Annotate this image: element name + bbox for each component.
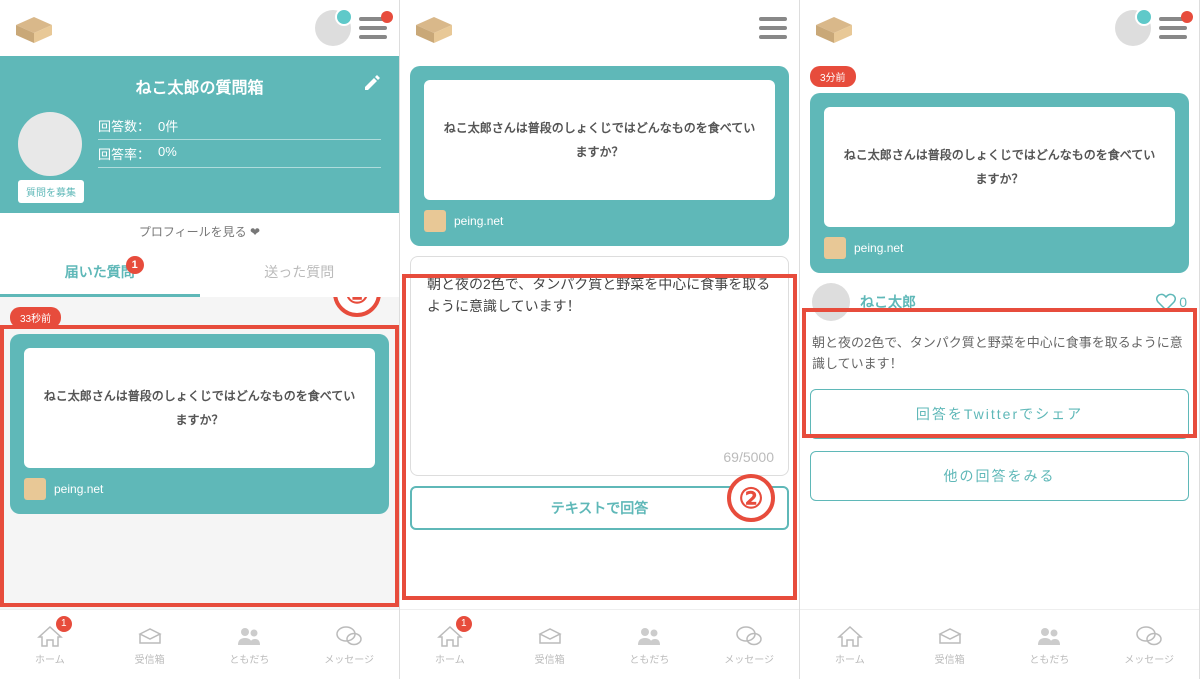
time-badge: 3分前 — [810, 66, 856, 87]
nav-inbox[interactable]: 受信箱 — [500, 610, 600, 679]
content-area: ねこ太郎さんは普段のしょくじではどんなものを食べていますか？ peing.net… — [400, 56, 799, 609]
navbar: ホーム1 受信箱 ともだち メッセージ — [400, 609, 799, 679]
nav-message[interactable]: メッセージ — [1099, 610, 1199, 679]
posted-answer: 朝と夜の2色で、タンパク質と野菜を中心に食事を取るように意識しています！ — [810, 331, 1189, 377]
nav-badge: 1 — [456, 616, 472, 632]
menu-icon[interactable] — [759, 17, 787, 39]
header — [400, 0, 799, 56]
tab-sent[interactable]: 送った質問 — [200, 250, 400, 297]
answer-rate: 0% — [158, 144, 177, 163]
header — [800, 0, 1199, 56]
friends-icon — [235, 624, 263, 648]
nav-inbox[interactable]: 受信箱 — [900, 610, 1000, 679]
answer-input[interactable]: 朝と夜の2色で、タンパク質と野菜を中心に食事を取るように意識しています！ 69/… — [410, 256, 789, 476]
screen-answer: ねこ太郎さんは普段のしょくじではどんなものを食べていますか？ peing.net… — [400, 0, 800, 679]
profile-title: ねこ太郎の質問箱 — [135, 80, 263, 97]
site-label: peing.net — [854, 241, 903, 255]
like-button[interactable]: 0 — [1156, 293, 1187, 311]
nav-friends[interactable]: ともだち — [600, 610, 700, 679]
user-name[interactable]: ねこ太郎 — [860, 292, 1146, 312]
nav-home[interactable]: ホーム1 — [400, 610, 500, 679]
menu-icon[interactable] — [359, 17, 387, 39]
message-icon — [1135, 624, 1163, 648]
tabs: 届いた質問1 送った質問 — [0, 250, 399, 297]
tab-badge: 1 — [126, 256, 144, 274]
profile-link[interactable]: プロフィールを見る ❤ — [0, 213, 399, 250]
inbox-icon — [536, 624, 564, 648]
edit-icon[interactable] — [363, 74, 381, 92]
box-icon — [424, 210, 446, 232]
user-row: ねこ太郎 0 — [810, 273, 1189, 331]
home-icon — [836, 624, 864, 648]
site-label: peing.net — [454, 214, 503, 228]
char-count: 69/5000 — [723, 449, 774, 465]
content-area: 33秒前 ねこ太郎さんは普段のしょくじではどんなものを食べていますか？ pein… — [0, 297, 399, 609]
header-avatar[interactable] — [1115, 10, 1151, 46]
question-card: ねこ太郎さんは普段のしょくじではどんなものを食べていますか？ peing.net — [410, 66, 789, 246]
nav-badge: 1 — [56, 616, 72, 632]
menu-icon[interactable] — [1159, 17, 1187, 39]
time-badge: 33秒前 — [10, 307, 61, 328]
nav-message[interactable]: メッセージ — [699, 610, 799, 679]
header-avatar[interactable] — [315, 10, 351, 46]
screen-posted: 3分前 ねこ太郎さんは普段のしょくじではどんなものを食べていますか？ peing… — [800, 0, 1200, 679]
question-text: ねこ太郎さんは普段のしょくじではどんなものを食べていますか？ — [24, 348, 375, 468]
nav-friends[interactable]: ともだち — [200, 610, 300, 679]
box-icon — [24, 478, 46, 500]
content-area: 3分前 ねこ太郎さんは普段のしょくじではどんなものを食べていますか？ peing… — [800, 56, 1199, 609]
question-text: ねこ太郎さんは普段のしょくじではどんなものを食べていますか？ — [424, 80, 775, 200]
friends-icon — [1035, 624, 1063, 648]
answer-text: 朝と夜の2色で、タンパク質と野菜を中心に食事を取るように意識しています！ — [427, 273, 772, 318]
header — [0, 0, 399, 56]
inbox-icon — [936, 624, 964, 648]
nav-home[interactable]: ホーム — [800, 610, 900, 679]
box-icon — [824, 237, 846, 259]
answer-count-label: 回答数： — [98, 116, 150, 135]
navbar: ホーム1 受信箱 ともだち メッセージ — [0, 609, 399, 679]
user-avatar[interactable] — [812, 283, 850, 321]
inbox-icon — [136, 624, 164, 648]
screen-profile: ねこ太郎の質問箱 質問を募集 回答数： 0件 回答率： 0% プロフィールを見る ❤… — [0, 0, 400, 679]
question-text: ねこ太郎さんは普段のしょくじではどんなものを食べていますか？ — [824, 107, 1175, 227]
message-icon — [735, 624, 763, 648]
profile-card: ねこ太郎の質問箱 質問を募集 回答数： 0件 回答率： 0% — [0, 56, 399, 213]
others-button[interactable]: 他の回答をみる — [810, 451, 1189, 501]
site-label: peing.net — [54, 482, 103, 496]
nav-friends[interactable]: ともだち — [1000, 610, 1100, 679]
friends-icon — [635, 624, 663, 648]
navbar: ホーム 受信箱 ともだち メッセージ — [800, 609, 1199, 679]
answer-rate-label: 回答率： — [98, 144, 150, 163]
logo-icon — [412, 11, 456, 45]
nav-message[interactable]: メッセージ — [299, 610, 399, 679]
share-button[interactable]: 回答をTwitterでシェア — [810, 389, 1189, 439]
recruit-button[interactable]: 質問を募集 — [18, 180, 84, 203]
question-card: ねこ太郎さんは普段のしょくじではどんなものを食べていますか？ peing.net — [810, 93, 1189, 273]
answer-count: 0件 — [158, 116, 178, 135]
logo-icon — [812, 11, 856, 45]
message-icon — [335, 624, 363, 648]
logo-icon — [12, 11, 56, 45]
profile-avatar — [18, 112, 82, 176]
nav-home[interactable]: ホーム1 — [0, 610, 100, 679]
heart-icon — [1156, 293, 1176, 311]
question-card[interactable]: ねこ太郎さんは普段のしょくじではどんなものを食べていますか？ peing.net — [10, 334, 389, 514]
tab-received[interactable]: 届いた質問1 — [0, 250, 200, 297]
nav-inbox[interactable]: 受信箱 — [100, 610, 200, 679]
